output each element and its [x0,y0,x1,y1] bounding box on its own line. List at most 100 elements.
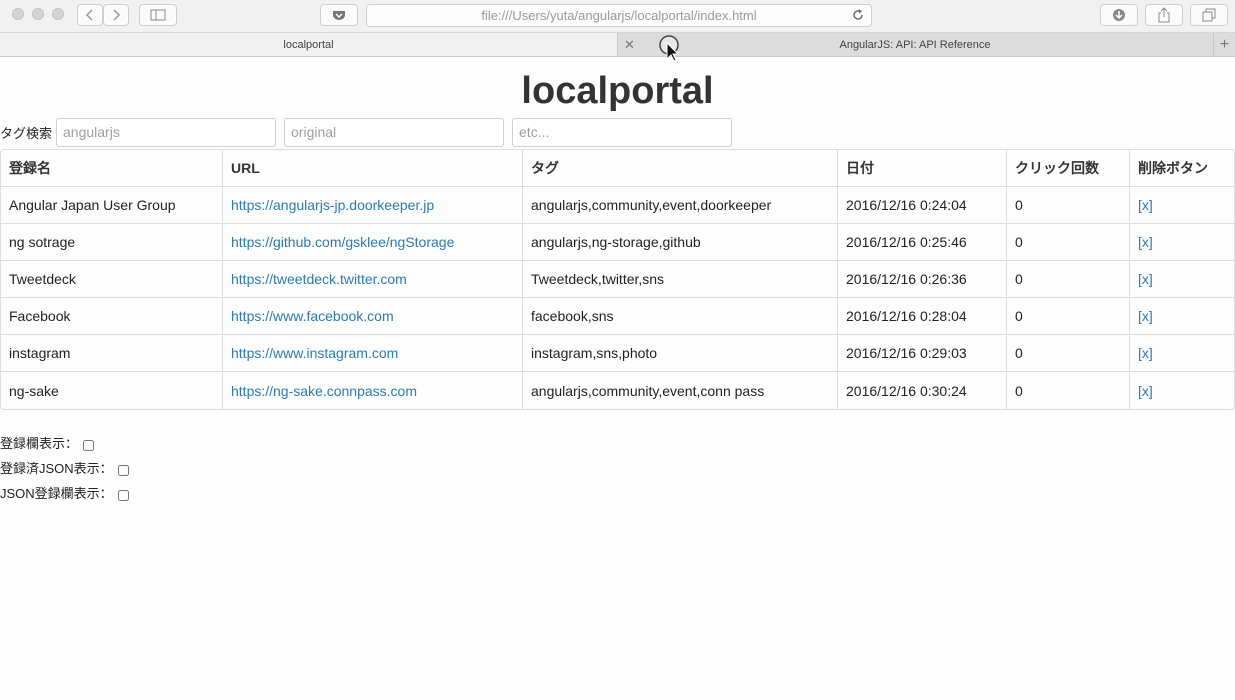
tab-label: localportal [283,38,334,51]
url-link[interactable]: https://ng-sake.connpass.com [231,383,417,399]
cell-date: 2016/12/16 0:30:24 [838,372,1007,409]
registered-json-checkbox[interactable] [117,465,129,476]
cell-clicks: 0 [1007,187,1130,224]
cell-date-text: 2016/12/16 0:28:04 [846,308,967,324]
cell-date-text: 2016/12/16 0:24:04 [846,197,967,213]
tab-overview-button[interactable] [1190,4,1228,26]
cell-name-text: instagram [9,345,71,361]
cell-date: 2016/12/16 0:29:03 [838,335,1007,372]
table-row: Angular Japan User Group https://angularj… [1,187,1234,224]
cell-tags: facebook,sns [523,298,838,335]
pocket-button[interactable] [320,4,358,26]
cell-tags-text: angularjs,community,event,doorkeeper [531,197,772,213]
cell-date-text: 2016/12/16 0:29:03 [846,345,967,361]
delete-link[interactable]: [x] [1138,234,1153,250]
cell-name: ng-sake [1,372,223,409]
header-clicks: クリック回数 [1007,150,1130,187]
url-link[interactable]: https://github.com/gsklee/ngStorage [231,234,454,250]
option-label: 登録欄表示： [0,436,79,451]
tab-bar: localportal ✕ AngularJS: API: API Refere… [0,33,1235,61]
close-window-button[interactable] [12,8,24,20]
cell-clicks-text: 0 [1015,271,1023,287]
share-icon [1158,7,1170,23]
cell-tags: angularjs,ng-storage,github [523,224,838,261]
cell-tags-text: facebook,sns [531,308,614,324]
option-registered-json: 登録済JSON表示： [0,455,1235,480]
cell-url: https://github.com/gsklee/ngStorage [223,224,523,261]
tag-search-input-2[interactable] [284,117,505,147]
cell-name-text: ng sotrage [9,234,76,250]
table-header-row: 登録名 URL タグ 日付 クリック回数 削除ボタン [1,150,1234,187]
url-link[interactable]: https://angularjs-jp.doorkeeper.jp [231,197,434,213]
cell-clicks-text: 0 [1015,197,1023,213]
page-title: localportal [521,70,714,112]
cell-delete: [x] [1130,298,1234,335]
sidebar-button[interactable] [139,4,177,26]
url-link[interactable]: https://tweetdeck.twitter.com [231,271,407,287]
table-row: ng sotrage https://github.com/gsklee/ngSt… [1,224,1234,261]
json-register-form-checkbox[interactable] [117,490,129,501]
cell-delete: [x] [1130,187,1234,224]
cell-name-text: ng-sake [9,382,59,399]
header-date: 日付 [838,150,1007,187]
display-options: 登録欄表示： 登録済JSON表示： JSON登録欄表示： [0,430,1235,505]
chevron-left-icon [85,9,93,21]
cell-clicks-text: 0 [1015,234,1023,250]
mouse-cursor-icon [659,35,680,61]
header-tags: タグ [523,150,838,187]
cell-tags-text: angularjs,ng-storage,github [531,234,701,250]
downloads-button[interactable] [1100,4,1138,26]
forward-button[interactable] [103,4,129,26]
cell-name: Tweetdeck [1,261,223,298]
cell-name: instagram [1,335,223,372]
tab-angularjs-api[interactable]: AngularJS: API: API Reference [618,33,1212,56]
cell-name-text: Angular Japan User Group [9,197,176,213]
table-row: ng-sake https://ng-sake.connpass.com angul… [1,372,1234,409]
cell-name-text: Facebook [9,308,71,324]
address-bar[interactable]: file:///Users/yuta/angularjs/localportal… [366,4,872,27]
cell-url: https://ng-sake.connpass.com [223,372,523,409]
option-register-form: 登録欄表示： [0,430,1235,455]
new-tab-button[interactable]: + [1213,33,1235,56]
share-button[interactable] [1145,4,1183,26]
delete-link[interactable]: [x] [1138,271,1153,287]
minimize-window-button[interactable] [32,8,44,20]
sidebar-icon [150,9,166,21]
cell-date: 2016/12/16 0:26:36 [838,261,1007,298]
delete-link[interactable]: [x] [1138,308,1153,324]
cell-date: 2016/12/16 0:24:04 [838,187,1007,224]
reload-icon[interactable] [851,8,865,22]
cell-tags: angularjs,community,event,doorkeeper [523,187,838,224]
table-row: instagram https://www.instagram.com instag… [1,335,1234,372]
address-url: file:///Users/yuta/angularjs/localportal… [481,8,757,23]
tab-label: AngularJS: API: API Reference [839,38,991,51]
cell-date-text: 2016/12/16 0:30:24 [846,382,967,399]
back-button[interactable] [77,4,103,26]
tab-localportal[interactable]: localportal [0,33,618,56]
delete-link[interactable]: [x] [1138,383,1153,399]
delete-link[interactable]: [x] [1138,345,1153,361]
register-form-checkbox[interactable] [83,440,95,451]
cell-url: https://www.instagram.com [223,335,523,372]
tag-search-input-1[interactable] [56,117,277,147]
cell-url: https://www.facebook.com [223,298,523,335]
cell-clicks-text: 0 [1015,345,1023,361]
tag-search-label: タグ検索 [0,125,53,141]
url-link[interactable]: https://www.instagram.com [231,345,398,361]
header-url: URL [223,150,523,187]
option-json-register-form: JSON登録欄表示： [0,480,1235,505]
option-label: 登録済JSON表示： [0,461,113,476]
bookmark-table: 登録名 URL タグ 日付 クリック回数 削除ボタン Angular Japan… [0,149,1235,410]
cell-tags-text: angularjs,community,event,conn pass [531,382,765,399]
plus-icon: + [1219,35,1230,53]
cell-name: Facebook [1,298,223,335]
cell-tags: angularjs,community,event,conn pass [523,372,838,409]
delete-link[interactable]: [x] [1138,197,1153,213]
cell-name-text: Tweetdeck [9,271,76,287]
browser-toolbar: file:///Users/yuta/angularjs/localportal… [0,0,1235,33]
table-row: Facebook https://www.facebook.com facebook… [1,298,1234,335]
cell-tags: instagram,sns,photo [523,335,838,372]
tag-search-input-3[interactable] [512,117,733,147]
zoom-window-button[interactable] [52,8,64,20]
url-link[interactable]: https://www.facebook.com [231,308,394,324]
